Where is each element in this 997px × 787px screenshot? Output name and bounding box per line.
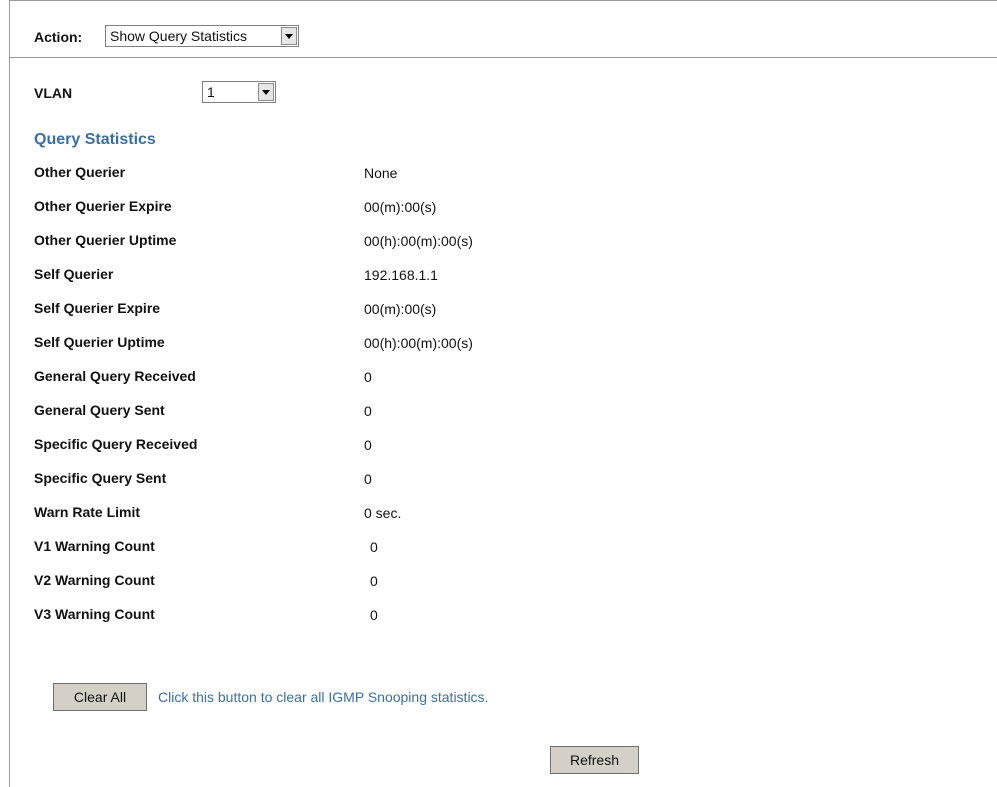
vlan-select[interactable]: 1 [202,81,276,103]
stat-value: 0 [370,607,378,623]
stat-value: 0 [370,573,378,589]
stat-label: Other Querier [34,164,126,180]
stat-row-self-querier: Self Querier 192.168.1.1 [34,266,734,300]
stat-row-self-querier-uptime: Self Querier Uptime 00(h):00(m):00(s) [34,334,734,368]
stat-label: Other Querier Uptime [34,232,177,248]
stat-row-general-query-received: General Query Received 0 [34,368,734,402]
stat-label: V2 Warning Count [34,572,155,588]
chevron-down-icon[interactable] [281,27,297,45]
stat-label: General Query Sent [34,402,165,418]
stat-row-v1-warning-count: V1 Warning Count 0 [34,538,734,572]
query-statistics-list: Other Querier None Other Querier Expire … [34,164,734,640]
stat-value: 0 [364,437,372,453]
stat-label: Warn Rate Limit [34,504,141,520]
action-label: Action: [34,29,83,45]
stat-row-other-querier: Other Querier None [34,164,734,198]
stat-label: Specific Query Sent [34,470,167,486]
refresh-button[interactable]: Refresh [550,746,639,774]
stat-row-specific-query-received: Specific Query Received 0 [34,436,734,470]
stat-value: 00(m):00(s) [364,199,437,215]
stat-row-other-querier-expire: Other Querier Expire 00(m):00(s) [34,198,734,232]
stat-label: Self Querier [34,266,114,282]
action-select-value: Show Query Statistics [110,28,247,44]
stat-label: Specific Query Received [34,436,198,452]
stat-row-self-querier-expire: Self Querier Expire 00(m):00(s) [34,300,734,334]
stat-row-v3-warning-count: V3 Warning Count 0 [34,606,734,640]
clear-all-hint: Click this button to clear all IGMP Snoo… [158,689,489,705]
stat-label: General Query Received [34,368,196,384]
stat-value: 0 [364,403,372,419]
stat-value: 00(h):00(m):00(s) [364,233,473,249]
stat-value: None [364,165,398,181]
stat-label: V1 Warning Count [34,538,155,554]
stat-row-other-querier-uptime: Other Querier Uptime 00(h):00(m):00(s) [34,232,734,266]
action-bar: Action: Show Query Statistics [10,1,997,58]
stat-value: 0 [364,471,372,487]
vlan-label: VLAN [34,85,73,101]
stat-row-warn-rate-limit: Warn Rate Limit 0 sec. [34,504,734,538]
stat-value: 00(m):00(s) [364,301,437,317]
stat-row-general-query-sent: General Query Sent 0 [34,402,734,436]
stat-value: 00(h):00(m):00(s) [364,335,473,351]
stat-row-v2-warning-count: V2 Warning Count 0 [34,572,734,606]
stat-value: 0 sec. [364,505,402,521]
vlan-select-value: 1 [207,84,215,100]
stat-label: V3 Warning Count [34,606,155,622]
stat-value: 0 [364,369,372,385]
stat-value: 0 [370,539,378,555]
stat-value: 192.168.1.1 [364,267,438,283]
stat-label: Self Querier Expire [34,300,161,316]
stat-row-specific-query-sent: Specific Query Sent 0 [34,470,734,504]
clear-all-button[interactable]: Clear All [53,683,147,711]
stat-label: Other Querier Expire [34,198,172,214]
main-panel: Action: Show Query Statistics VLAN 1 Que… [9,0,997,787]
chevron-down-icon[interactable] [258,83,274,101]
action-select[interactable]: Show Query Statistics [105,25,299,47]
stat-label: Self Querier Uptime [34,334,165,350]
section-title: Query Statistics [34,131,156,148]
